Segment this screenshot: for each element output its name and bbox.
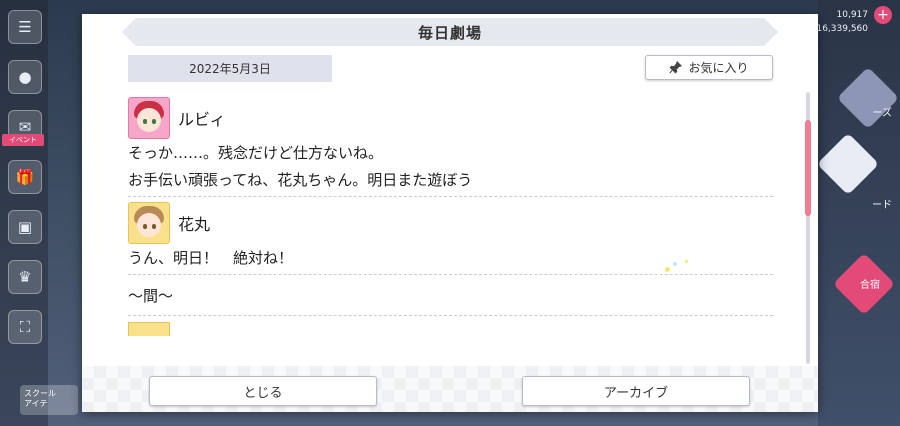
date-label: 2022年5月3日: [128, 55, 332, 82]
sparkle: [673, 262, 677, 266]
hanamaru-avatar: [128, 202, 170, 244]
school-item-panel[interactable]: スクール アイテ: [20, 385, 78, 415]
divider: [128, 315, 773, 316]
dialogue-scroll-area[interactable]: ルビィ そっか……。残念だけど仕方ないね。 お手伝い頑張ってね、花丸ちゃん。明日…: [128, 96, 773, 366]
dialog-title: 毎日劇場: [122, 18, 778, 46]
daily-theater-dialog: 毎日劇場 2022年5月3日 お気に入り ルビィ そっか……。残念だけど仕方ない…: [82, 14, 818, 412]
school-item-text: スクール: [24, 389, 56, 398]
archive-button[interactable]: アーカイブ: [522, 376, 750, 406]
interlude-marker: 〜間〜: [128, 287, 174, 305]
sparkle: [685, 260, 688, 263]
dialogue-line: うん、明日！ 絶対ね！: [128, 249, 294, 267]
right-sidebar: [818, 0, 900, 426]
event-tag: イベント: [2, 134, 44, 146]
dialogue-line: お手伝い頑張ってね、花丸ちゃん。明日また遊ぼう: [128, 171, 473, 189]
next-avatar-partial: [128, 322, 170, 336]
right-label-3: 合宿: [860, 280, 880, 291]
divider: [128, 274, 773, 275]
speaker-row: 花丸: [128, 201, 773, 245]
menu-icon[interactable]: ☰: [8, 10, 42, 44]
favorite-button-label: お気に入り: [688, 61, 749, 75]
fullscreen-icon[interactable]: ⛶: [8, 310, 42, 344]
ruby-avatar: [128, 97, 170, 139]
right-label-1: ーズ: [872, 108, 893, 119]
trophy-icon[interactable]: ♛: [8, 260, 42, 294]
add-currency-button[interactable]: +: [874, 6, 892, 24]
dialog-footer: とじる アーカイブ: [82, 366, 818, 412]
pin-icon: [669, 61, 683, 74]
loveca-count: 10,917: [836, 10, 869, 20]
right-label-2: ード: [872, 200, 892, 211]
dialogue-line: そっか……。残念だけど仕方ないね。: [128, 144, 384, 162]
school-item-subtext: アイテ: [24, 399, 48, 408]
favorite-button[interactable]: お気に入り: [645, 55, 773, 80]
speaker-name: ルビィ: [178, 110, 226, 129]
speaker-row: ルビィ: [128, 96, 773, 140]
gold-count: 16,339,560: [816, 24, 868, 34]
sparkle: [665, 267, 670, 272]
divider: [128, 196, 773, 197]
scrollbar-thumb[interactable]: [805, 120, 811, 216]
speaker-name: 花丸: [178, 215, 211, 234]
members-icon[interactable]: ▣: [8, 210, 42, 244]
gift-icon[interactable]: 🎁: [8, 160, 42, 194]
close-button[interactable]: とじる: [149, 376, 377, 406]
chat-icon[interactable]: ●: [8, 60, 42, 94]
